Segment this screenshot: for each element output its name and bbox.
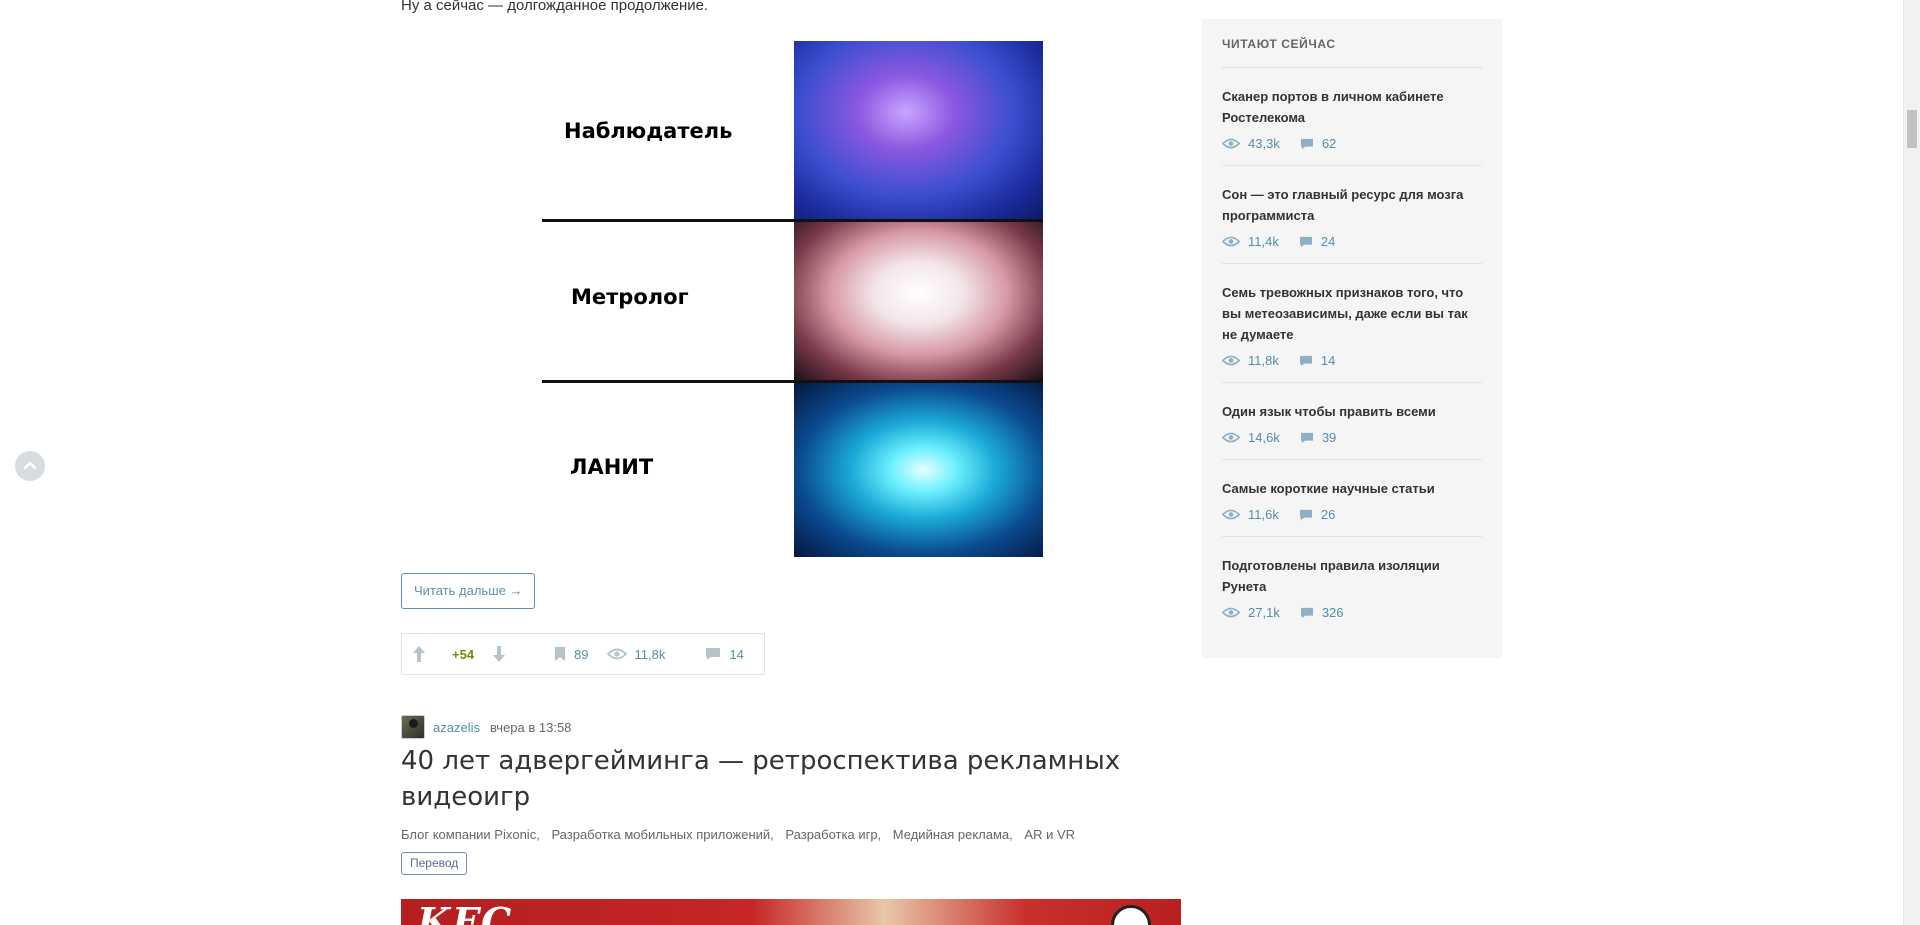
views-count: 11,6k: [1248, 507, 1279, 522]
read-more-button[interactable]: Читать дальше →: [401, 573, 536, 609]
comments-count[interactable]: 39: [1322, 430, 1336, 445]
comment-icon: [1300, 138, 1313, 149]
hub-link[interactable]: Блог компании Pixonic,: [401, 827, 540, 842]
post-time: вчера в 13:58: [489, 719, 572, 735]
post-score: +54: [452, 646, 475, 662]
scrollbar-thumb[interactable]: [1907, 110, 1917, 148]
bookmark-icon: [555, 647, 566, 661]
comment-icon: [1299, 509, 1312, 520]
sidebar-post-link[interactable]: Сканер портов в личном кабинете Ростелек…: [1222, 86, 1482, 128]
brain-picture: [794, 222, 1043, 380]
comment-icon: [1299, 236, 1312, 247]
sidebar-post-link[interactable]: Сон — это главный ресурс для мозга прогр…: [1222, 184, 1482, 226]
meme-panel-label: Наблюдатель: [564, 119, 733, 143]
list-item: Подготовлены правила изоляции Рунета 27,…: [1222, 537, 1482, 634]
list-item: Сон — это главный ресурс для мозга прогр…: [1222, 166, 1482, 264]
post-author-line: azazelis вчера в 13:58: [401, 715, 571, 739]
comment-icon: [1300, 432, 1313, 443]
hub-link[interactable]: Разработка игр,: [785, 827, 881, 842]
eye-icon: [1222, 355, 1240, 366]
meme-panel-label: ЛАНИТ: [570, 455, 654, 479]
hub-link[interactable]: Медийная реклама,: [893, 827, 1013, 842]
kfc-logo-text: KFC: [417, 899, 514, 925]
comment-icon: [1299, 355, 1312, 366]
scroll-to-top-button[interactable]: [15, 451, 45, 481]
views-count: 11,8k: [634, 646, 666, 662]
avatar[interactable]: [401, 715, 425, 739]
eye-icon: [1222, 138, 1240, 149]
comments-count[interactable]: 62: [1322, 136, 1336, 151]
chevron-up-icon: [23, 461, 37, 470]
list-item: Самые короткие научные статьи 11,6k 26: [1222, 460, 1482, 537]
list-item: Один язык чтобы править всеми 14,6k 39: [1222, 383, 1482, 460]
bookmark-count: 89: [574, 646, 589, 662]
arrow-down-icon: [493, 646, 506, 662]
author-link[interactable]: azazelis: [433, 720, 480, 735]
views-count: 27,1k: [1248, 605, 1280, 620]
list-item: Семь тревожных признаков того, что вы ме…: [1222, 264, 1482, 383]
views-count: 43,3k: [1248, 136, 1280, 151]
meme-panel: Наблюдатель: [542, 41, 1043, 219]
sidebar-post-link[interactable]: Один язык чтобы править всеми: [1222, 401, 1482, 422]
meme-image: Наблюдатель Метролог ЛАНИТ: [542, 41, 1043, 557]
article-intro-text: Ну а сейчас — долгожданное продолжение.: [401, 0, 709, 14]
brain-picture: [794, 383, 1043, 557]
comments-count[interactable]: 326: [1322, 605, 1344, 620]
eye-icon: [1222, 236, 1240, 247]
comments-count[interactable]: 26: [1321, 507, 1335, 522]
comment-icon: [706, 648, 721, 660]
sidebar-post-link[interactable]: Подготовлены правила изоляции Рунета: [1222, 555, 1482, 597]
vote-down-button[interactable]: [492, 645, 514, 663]
post-title-link[interactable]: 40 лет адвергейминга — ретроспектива рек…: [401, 743, 1181, 815]
views-count: 14,6k: [1248, 430, 1280, 445]
eye-icon: [1222, 509, 1240, 520]
comment-icon: [1300, 607, 1313, 618]
comments-count[interactable]: 24: [1321, 234, 1335, 249]
eye-icon: [606, 648, 627, 660]
meme-panel: Метролог: [542, 222, 1043, 380]
eye-icon: [1222, 432, 1240, 443]
comments-count[interactable]: 14: [1321, 353, 1335, 368]
views-count: 11,4k: [1248, 234, 1279, 249]
meme-panel-label: Метролог: [571, 285, 689, 309]
page-scrollbar[interactable]: [1903, 0, 1920, 925]
vote-up-button[interactable]: [412, 645, 434, 663]
post-stats-bar: +54 89 11,8k 14: [401, 633, 765, 675]
arrow-up-icon: [413, 646, 425, 662]
comments-link[interactable]: 14: [705, 646, 744, 662]
hub-link[interactable]: AR и VR: [1024, 827, 1075, 842]
hub-link[interactable]: Разработка мобильных приложений,: [551, 827, 773, 842]
translation-badge[interactable]: Перевод: [401, 852, 468, 875]
post-preview-image: KFC: [401, 899, 1181, 925]
post-hubs: Блог компании Pixonic, Разработка мобиль…: [401, 827, 1083, 842]
views-count: 11,8k: [1248, 353, 1279, 368]
brain-picture: [794, 41, 1043, 219]
list-item: Сканер портов в личном кабинете Ростелек…: [1222, 68, 1482, 166]
kfc-badge-icon: [1111, 905, 1151, 925]
sidebar-post-link[interactable]: Самые короткие научные статьи: [1222, 478, 1482, 499]
views-counter: 11,8k: [606, 646, 666, 662]
sidebar-post-link[interactable]: Семь тревожных признаков того, что вы ме…: [1222, 282, 1482, 345]
eye-icon: [1222, 607, 1240, 618]
sidebar-reading-now: Читают сейчас Сканер портов в личном каб…: [1202, 19, 1502, 658]
sidebar-title: Читают сейчас: [1222, 37, 1482, 68]
comments-count: 14: [729, 646, 744, 662]
meme-panel: ЛАНИТ: [542, 383, 1043, 557]
bookmark-button[interactable]: 89: [554, 646, 589, 662]
